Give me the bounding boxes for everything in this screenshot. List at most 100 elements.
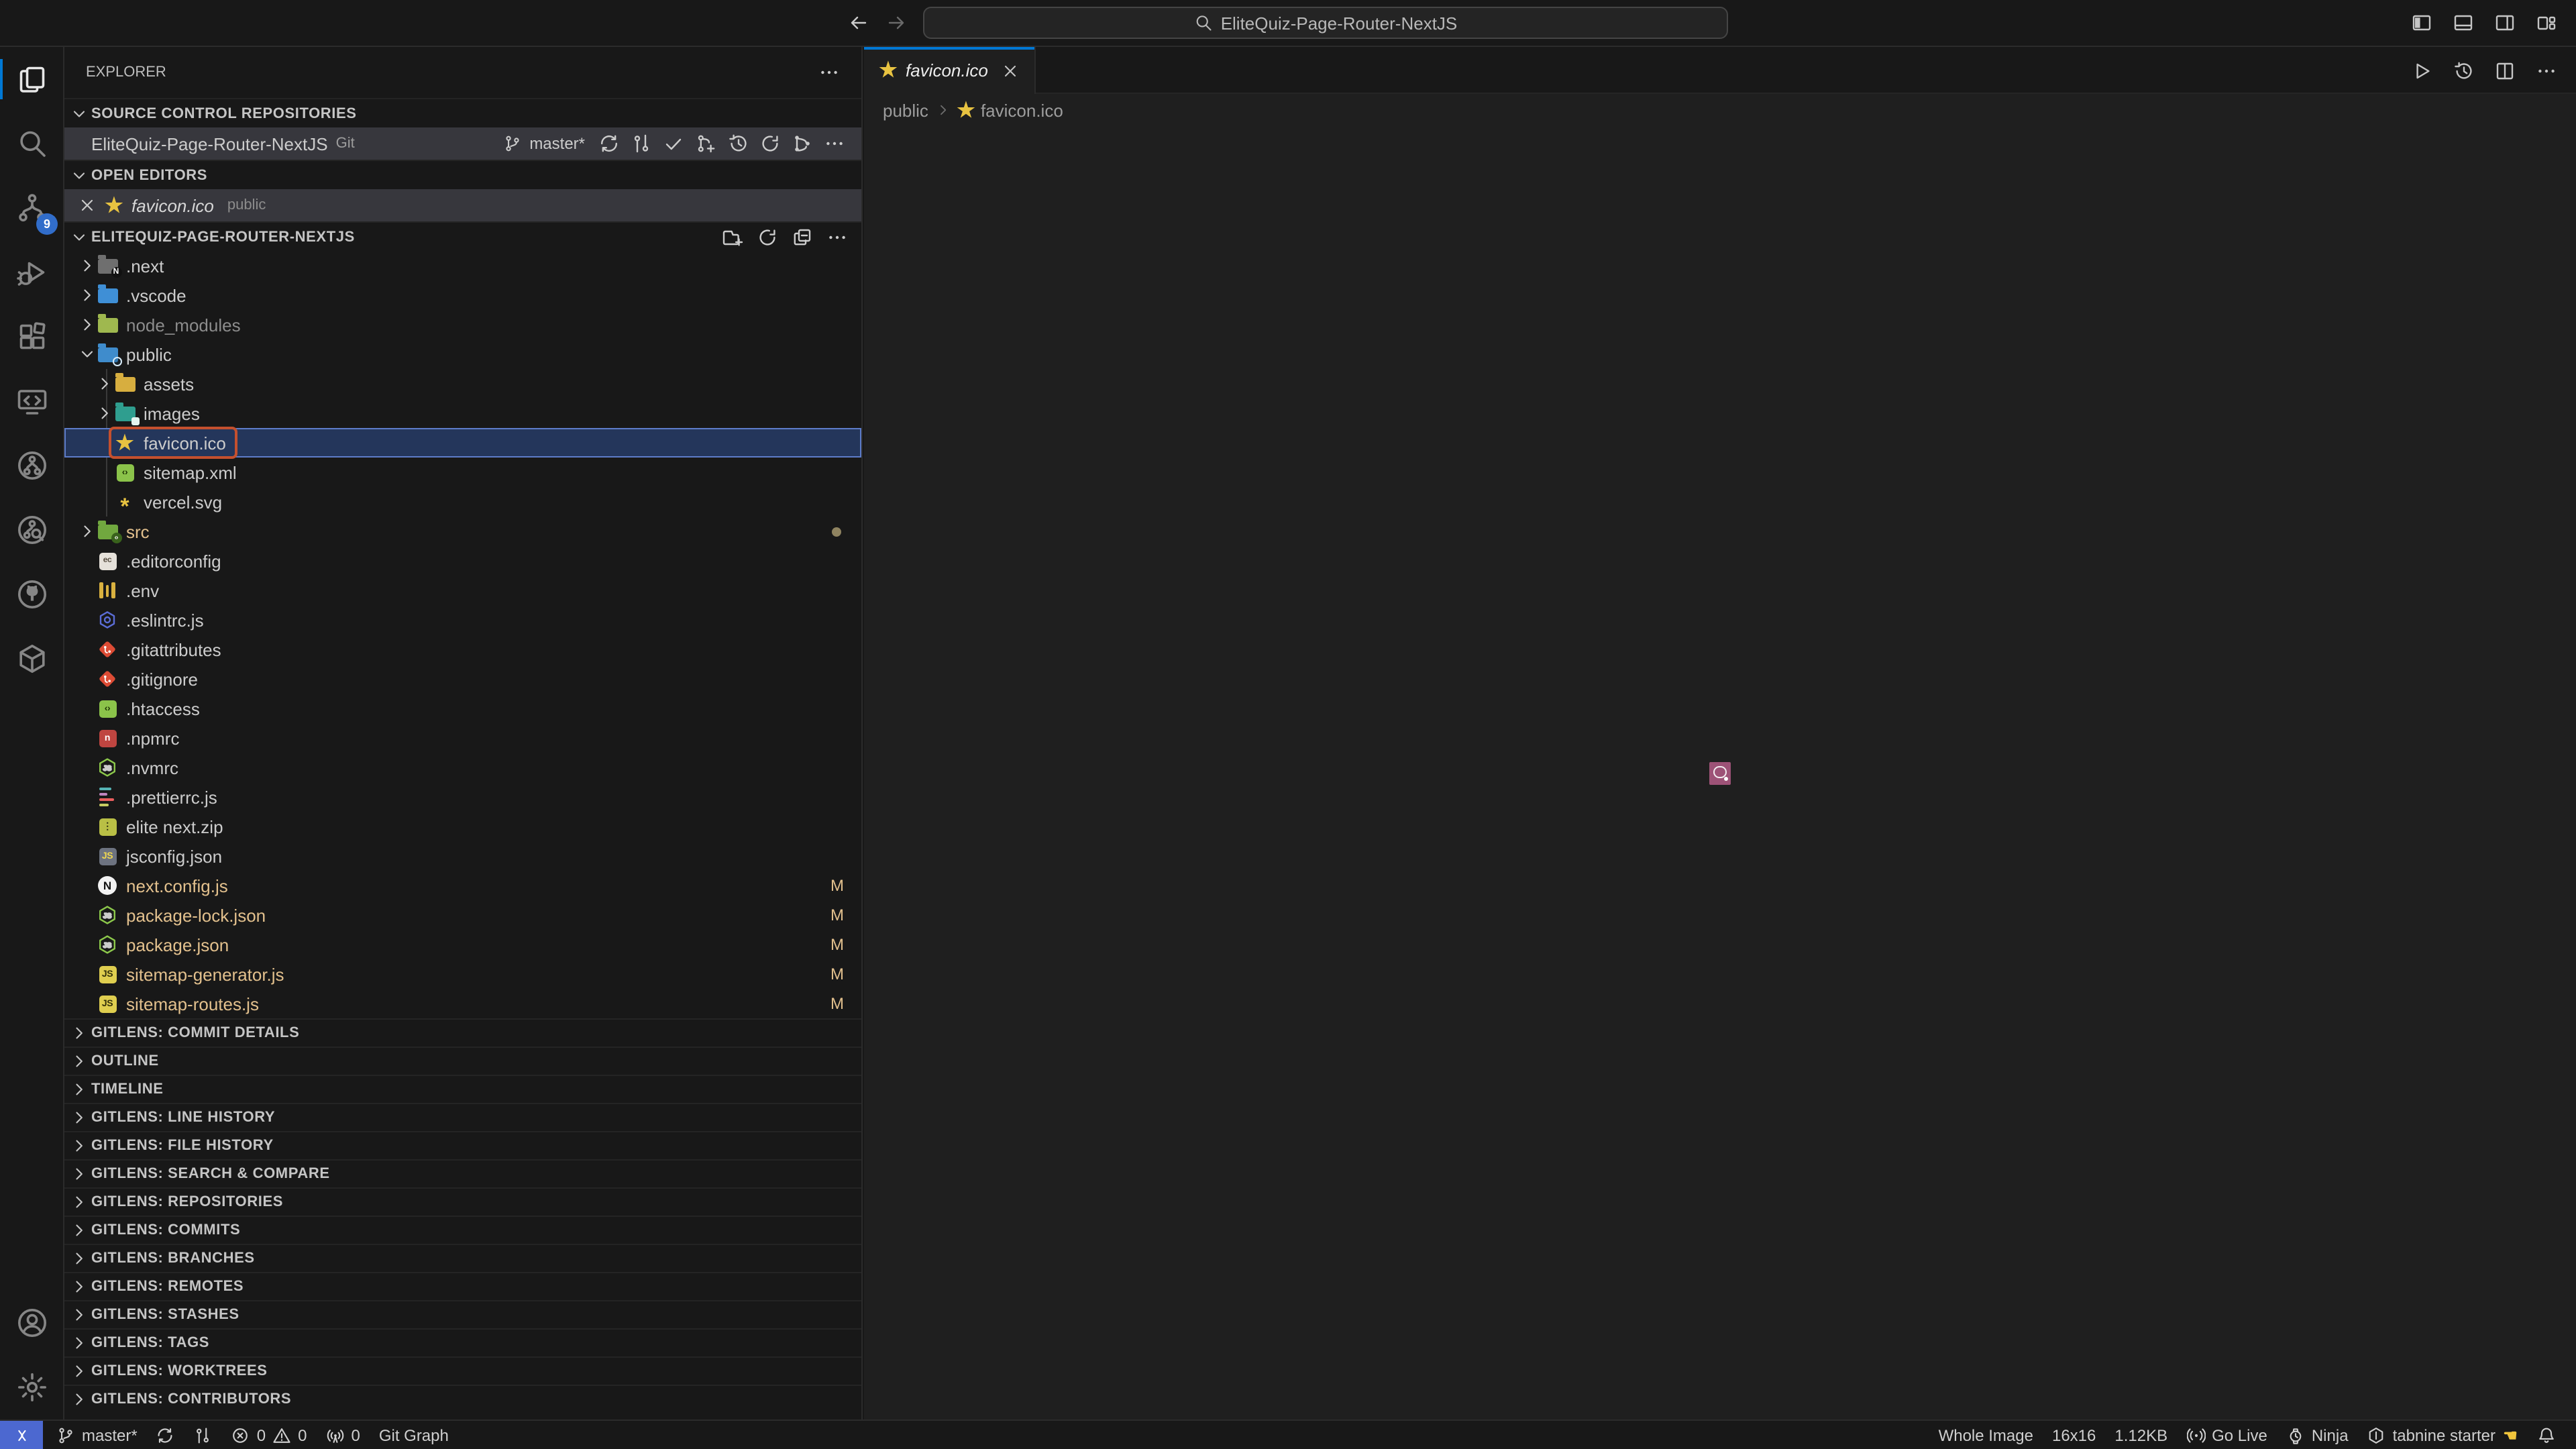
activity-item-run-debug[interactable] <box>0 240 63 305</box>
tree-item[interactable]: .prettierrc.js <box>64 782 861 812</box>
collapsed-section[interactable]: GITLENS: STASHES <box>64 1300 861 1328</box>
workspace-action[interactable] <box>757 226 778 248</box>
activity-item-source-control[interactable]: 9 <box>0 176 63 240</box>
repo-action[interactable] <box>695 133 716 154</box>
activity-item-explorer[interactable] <box>0 47 63 111</box>
close-icon[interactable] <box>78 196 97 215</box>
tree-item[interactable]: JS sitemap-generator.js M <box>64 959 861 989</box>
tree-item[interactable]: images <box>64 398 861 428</box>
workspace-action[interactable] <box>792 226 813 248</box>
collapsed-section[interactable]: GITLENS: CONTRIBUTORS <box>64 1385 861 1413</box>
tree-item[interactable]: .eslintrc.js <box>64 605 861 635</box>
statusbar-item-ninja[interactable]: Ninja <box>2277 1421 2358 1449</box>
repo-action[interactable] <box>727 133 749 154</box>
tree-item[interactable]: .env <box>64 576 861 605</box>
tree-item[interactable]: ‹› sitemap.xml <box>64 458 861 487</box>
statusbar-item-git-graph[interactable]: Git Graph <box>370 1421 458 1449</box>
tree-item[interactable]: * vercel.svg <box>64 487 861 517</box>
tree-item[interactable]: JS jsconfig.json <box>64 841 861 871</box>
collapsed-section[interactable]: GITLENS: COMMITS <box>64 1216 861 1244</box>
collapsed-section[interactable]: GITLENS: COMMIT DETAILS <box>64 1018 861 1046</box>
repo-action[interactable] <box>631 133 652 154</box>
activity-item-gitlens[interactable] <box>0 433 63 498</box>
tree-item[interactable]: JS package-lock.json M <box>64 900 861 930</box>
tree-item[interactable]: node_modules <box>64 310 861 339</box>
collapsed-section[interactable]: OUTLINE <box>64 1046 861 1075</box>
breadcrumb-item[interactable]: public <box>883 100 928 120</box>
tree-item[interactable]: N .next <box>64 251 861 280</box>
editor-action[interactable] <box>2536 60 2557 81</box>
layout-control[interactable] <box>2494 12 2516 34</box>
statusbar-item-tabnine[interactable]: tabnine starter ☚ <box>2358 1421 2528 1449</box>
collapsed-section[interactable]: GITLENS: REMOTES <box>64 1272 861 1300</box>
tree-item[interactable]: .vscode <box>64 280 861 310</box>
tree-item[interactable]: assets <box>64 369 861 398</box>
editor-action[interactable] <box>2494 60 2516 81</box>
collapsed-section[interactable]: GITLENS: FILE HISTORY <box>64 1131 861 1159</box>
statusbar-item-compare[interactable] <box>184 1421 222 1449</box>
workspace-action[interactable] <box>826 226 848 248</box>
collapsed-section[interactable]: GITLENS: SEARCH & COMPARE <box>64 1159 861 1187</box>
tree-item[interactable]: n .npmrc <box>64 723 861 753</box>
editor-action[interactable] <box>2453 60 2474 81</box>
statusbar-item-notifications[interactable] <box>2528 1421 2565 1449</box>
tree-item[interactable]: N next.config.js M <box>64 871 861 900</box>
statusbar-item-ports[interactable]: 0 <box>316 1421 369 1449</box>
statusbar-item-image-mode[interactable]: Whole Image <box>1929 1421 2043 1449</box>
activity-item-extensions[interactable] <box>0 305 63 369</box>
layout-control[interactable] <box>2536 12 2557 34</box>
close-icon[interactable] <box>1002 61 1020 80</box>
repo-action[interactable] <box>824 133 845 154</box>
nav-arrow-forward[interactable] <box>885 12 907 34</box>
image-preview-canvas[interactable] <box>864 126 2576 1419</box>
statusbar-item-sync[interactable] <box>147 1421 184 1449</box>
tree-item[interactable]: ⋮ elite next.zip <box>64 812 861 841</box>
collapsed-section[interactable]: GITLENS: BRANCHES <box>64 1244 861 1272</box>
section-workspace[interactable]: ELITEQUIZ-PAGE-ROUTER-NEXTJS <box>64 221 861 251</box>
tree-item[interactable]: ‹› src <box>64 517 861 546</box>
repo-action[interactable] <box>792 133 813 154</box>
open-editor-row-favicon.ico[interactable]: ★ favicon.ico public <box>64 189 861 221</box>
tree-item[interactable]: public <box>64 339 861 369</box>
tree-item[interactable]: .gitattributes <box>64 635 861 664</box>
tree-item[interactable]: JS package.json M <box>64 930 861 959</box>
scm-repo-row[interactable]: EliteQuiz-Page-Router-NextJS Git master* <box>64 127 861 160</box>
activity-item-search[interactable] <box>0 111 63 176</box>
layout-control[interactable] <box>2453 12 2474 34</box>
more-actions-icon[interactable] <box>818 62 840 83</box>
tree-item[interactable]: JS .nvmrc <box>64 753 861 782</box>
tree-item[interactable]: JS sitemap-routes.js M <box>64 989 861 1018</box>
collapsed-section[interactable]: GITLENS: LINE HISTORY <box>64 1103 861 1131</box>
section-scm-repositories[interactable]: SOURCE CONTROL REPOSITORIES <box>64 98 861 127</box>
activity-item-gitlens-inspect[interactable] <box>0 498 63 562</box>
repo-action[interactable] <box>759 133 781 154</box>
repo-action[interactable] <box>598 133 620 154</box>
collapsed-section[interactable]: GITLENS: TAGS <box>64 1328 861 1356</box>
activity-item-accounts[interactable] <box>0 1291 63 1355</box>
statusbar-item-file-size[interactable]: 1.12KB <box>2105 1421 2177 1449</box>
layout-control[interactable] <box>2411 12 2432 34</box>
statusbar-item-errors[interactable]: 0 <box>222 1421 268 1449</box>
tree-item[interactable]: .gitignore <box>64 664 861 694</box>
tab-favicon[interactable]: ★ favicon.ico <box>864 47 1036 94</box>
statusbar-item-branch[interactable]: master* <box>47 1421 147 1449</box>
tree-item[interactable]: ‹› .htaccess <box>64 694 861 723</box>
collapsed-section[interactable]: GITLENS: REPOSITORIES <box>64 1187 861 1216</box>
statusbar-item-go-live[interactable]: Go Live <box>2177 1421 2277 1449</box>
statusbar-item-image-size[interactable]: 16x16 <box>2043 1421 2105 1449</box>
activity-item-project-manager[interactable] <box>0 627 63 691</box>
command-center-search[interactable]: EliteQuiz-Page-Router-NextJS <box>923 7 1728 39</box>
editor-action[interactable] <box>2411 60 2432 81</box>
activity-item-remote-explorer[interactable] <box>0 369 63 433</box>
repo-action[interactable] <box>663 133 684 154</box>
activity-item-github[interactable] <box>0 562 63 627</box>
nav-arrow-back[interactable] <box>848 12 869 34</box>
section-open-editors[interactable]: OPEN EDITORS <box>64 160 861 189</box>
collapsed-section[interactable]: GITLENS: WORKTREES <box>64 1356 861 1385</box>
collapsed-section[interactable]: TIMELINE <box>64 1075 861 1103</box>
statusbar-item-remote-indicator[interactable] <box>0 1421 43 1449</box>
tree-item[interactable]: ec .editorconfig <box>64 546 861 576</box>
workspace-action[interactable] <box>722 226 743 248</box>
activity-item-settings[interactable] <box>0 1355 63 1419</box>
breadcrumb-item[interactable]: ★ favicon.ico <box>935 100 1063 120</box>
